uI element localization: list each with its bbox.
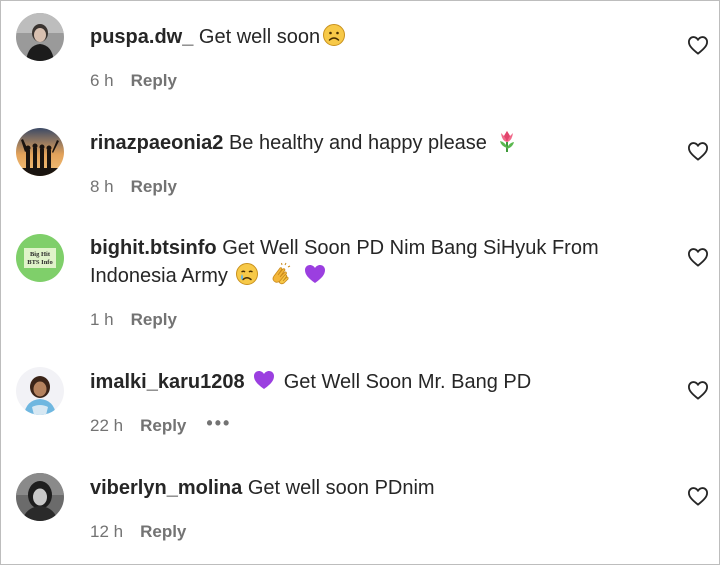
comments-panel: puspa.dw_ Get well soon 6 h Reply rinazp… [0,0,720,565]
crying-face-icon [236,263,259,285]
comment-content: puspa.dw_ Get well soon [90,23,650,51]
comment-username[interactable]: puspa.dw_ [90,26,193,48]
comment-meta: 12 h Reply [90,520,186,544]
reply-button[interactable]: Reply [140,416,186,436]
tulip-icon [499,131,514,152]
clapping-hands-icon [272,262,291,285]
comment-username[interactable]: bighit.btsinfo [90,237,217,259]
comment-time: 12 h [90,522,124,541]
comment-username[interactable]: imalki_karu1208 [90,371,245,393]
comment-meta: 8 h Reply [90,175,177,199]
reply-button[interactable]: Reply [131,310,177,330]
avatar-text: BTS Info [27,259,52,266]
heart-outline-icon[interactable] [687,141,709,161]
comment-meta: 6 h Reply [90,69,177,93]
purple-heart-icon [254,371,275,389]
comment-time: 8 h [90,177,114,196]
avatar[interactable] [16,128,64,176]
comment-text: Be healthy and happy please [228,132,487,154]
comment-content: bighit.btsinfo Get Well Soon PD Nim Bang… [90,235,650,290]
comment-content: imalki_karu1208 Get Well Soon Mr. Bang P… [90,368,650,396]
more-options-button[interactable]: ••• [206,414,231,434]
comment-content: viberlyn_molina Get well soon PDnim [90,475,650,502]
comment-username[interactable]: rinazpaeonia2 [90,132,223,154]
comment-username[interactable]: viberlyn_molina [90,477,242,499]
comment-time: 1 h [90,310,114,329]
comment-text: Get Well Soon PD Nim Bang SiHyuk From [222,237,599,259]
reply-button[interactable]: Reply [131,71,177,91]
comment-text: Get Well Soon Mr. Bang PD [283,371,532,393]
purple-heart-icon [304,265,325,283]
heart-outline-icon[interactable] [687,35,709,55]
reply-button[interactable]: Reply [140,522,186,542]
heart-outline-icon[interactable] [687,247,709,267]
heart-outline-icon[interactable] [687,380,709,400]
comment-content: rinazpaeonia2 Be healthy and happy pleas… [90,129,650,157]
comment-time: 6 h [90,71,114,90]
reply-button[interactable]: Reply [131,177,177,197]
avatar[interactable] [16,473,64,521]
avatar[interactable]: Big Hit BTS Info [16,234,64,282]
comment-text: Get well soon PDnim [247,477,435,499]
comment-time: 22 h [90,416,124,435]
comment-meta: 1 h Reply [90,308,177,332]
avatar-text: Big Hit [30,251,51,258]
avatar[interactable] [16,13,64,61]
comment-meta: 22 h Reply ••• [90,414,231,438]
avatar[interactable] [16,367,64,415]
comment-text: Indonesia Army [90,265,228,287]
frowning-face-icon [323,24,346,46]
heart-outline-icon[interactable] [687,486,709,506]
comment-text: Get well soon [198,26,321,48]
